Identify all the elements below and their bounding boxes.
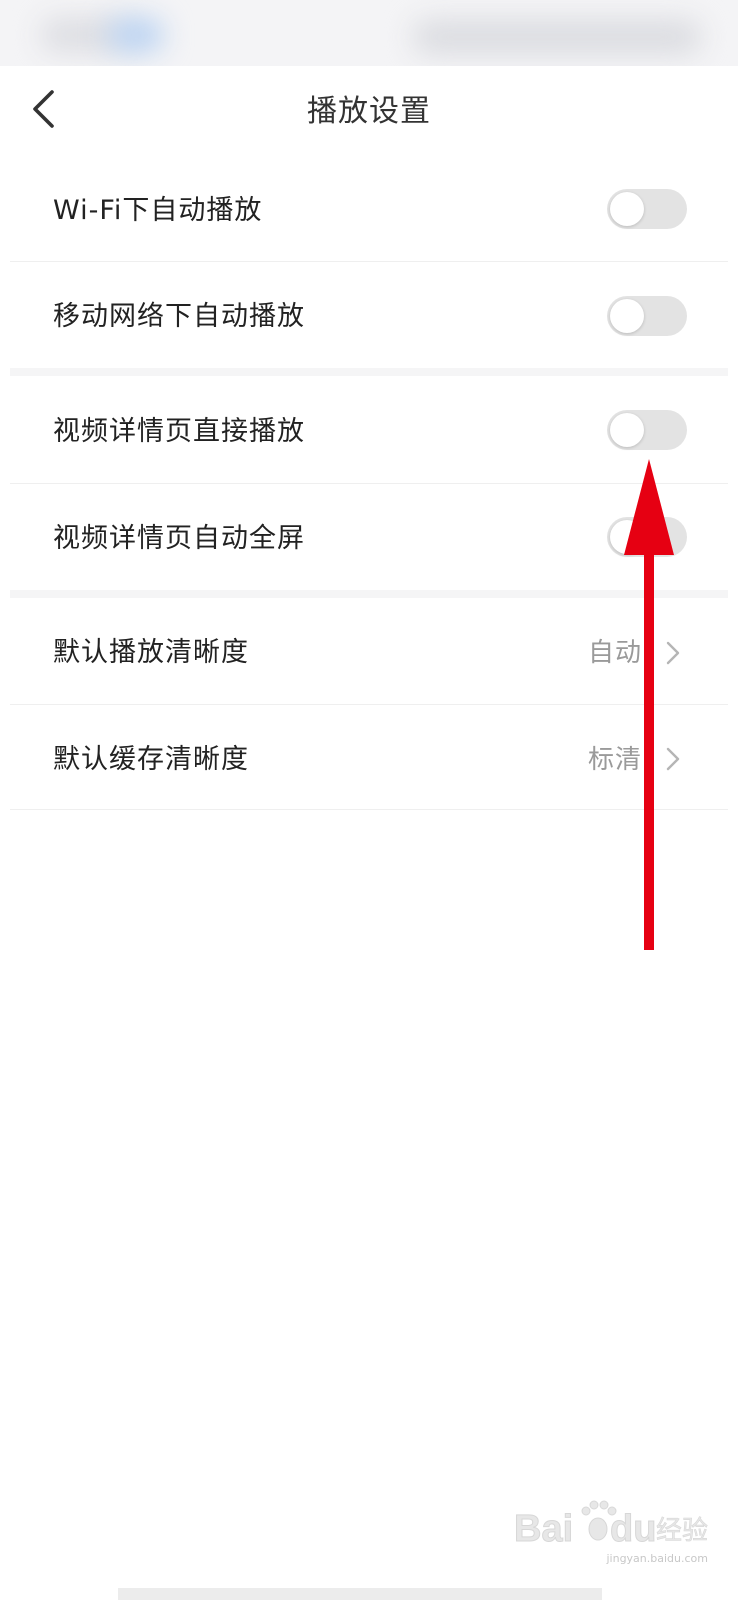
setting-label-mobile-autoplay: 移动网络下自动播放 xyxy=(53,301,305,332)
section-divider xyxy=(10,368,728,376)
page-title: 播放设置 xyxy=(307,94,431,129)
toggle-mobile-autoplay[interactable] xyxy=(607,296,687,336)
svg-text:Bai: Bai xyxy=(514,1508,573,1550)
toggle-wifi-autoplay[interactable] xyxy=(607,189,687,229)
nav-bar: 播放设置 xyxy=(0,66,738,158)
annotation-arrow-icon xyxy=(624,459,674,950)
setting-label-default-cache-quality: 默认缓存清晰度 xyxy=(53,744,249,775)
status-bar-blur-icon xyxy=(108,18,164,52)
status-bar-blur-right xyxy=(412,20,702,54)
svg-text:经验: 经验 xyxy=(656,1516,708,1546)
setting-label-wifi-autoplay: Wi-Fi下自动播放 xyxy=(53,195,263,226)
setting-label-detail-direct-play: 视频详情页直接播放 xyxy=(53,416,305,447)
toggle-knob xyxy=(610,192,644,226)
toggle-detail-direct-play[interactable] xyxy=(607,410,687,450)
setting-label-detail-auto-fullscreen: 视频详情页自动全屏 xyxy=(53,523,305,554)
bottom-gesture-strip xyxy=(118,1588,602,1600)
watermark-domain: jingyan.baidu.com xyxy=(606,1552,708,1565)
toggle-knob xyxy=(610,299,644,333)
toggle-knob xyxy=(610,413,644,447)
app-screen: 播放设置 Wi-Fi下自动播放 移动网络下自动播放 视频详情页直接播放 视频详情… xyxy=(0,0,738,1600)
baidu-jingyan-watermark: Bai du 经验 xyxy=(514,1500,708,1551)
setting-row-wifi-autoplay[interactable]: Wi-Fi下自动播放 xyxy=(0,158,738,261)
status-bar xyxy=(0,0,738,66)
setting-row-mobile-autoplay[interactable]: 移动网络下自动播放 xyxy=(0,262,738,368)
svg-text:du: du xyxy=(610,1508,656,1550)
setting-label-default-play-quality: 默认播放清晰度 xyxy=(53,637,249,668)
